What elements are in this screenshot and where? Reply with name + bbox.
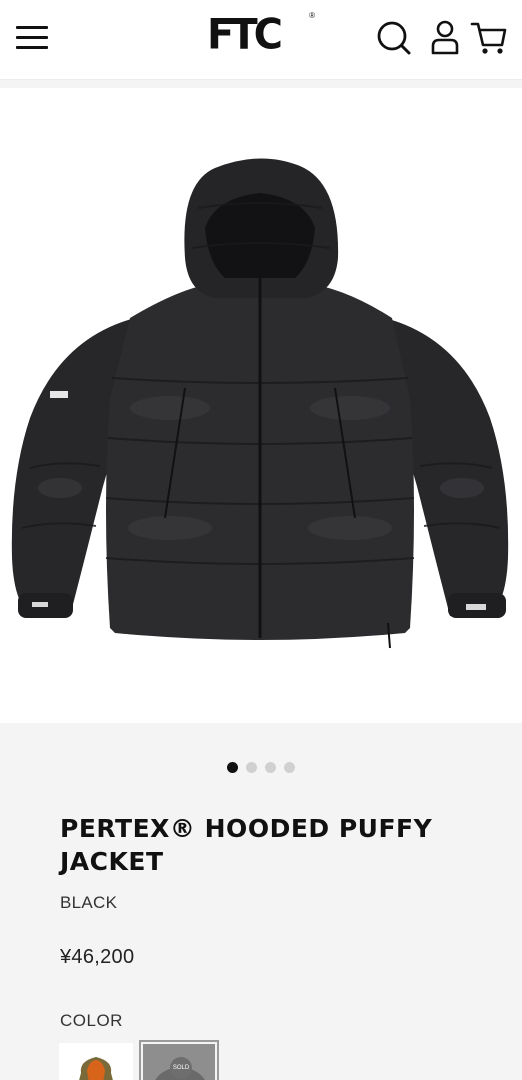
product-image[interactable] bbox=[0, 88, 522, 723]
swatch-image: SOLD bbox=[143, 1044, 215, 1080]
menu-bar bbox=[16, 36, 48, 39]
carousel-dot[interactable] bbox=[265, 762, 276, 773]
color-label: COLOR bbox=[60, 1011, 123, 1030]
swatch-image bbox=[59, 1043, 133, 1080]
product-price: ¥46,200 bbox=[60, 946, 135, 968]
search-icon[interactable] bbox=[374, 18, 414, 58]
menu-icon[interactable] bbox=[16, 24, 50, 50]
product-title: PERTEX® HOODED PUFFY JACKET bbox=[60, 814, 433, 876]
puffy-jacket-illustration bbox=[0, 88, 522, 723]
account-icon[interactable] bbox=[425, 18, 465, 58]
carousel-dot[interactable] bbox=[284, 762, 295, 773]
carousel-dot[interactable] bbox=[246, 762, 257, 773]
color-swatch-black[interactable]: SOLD bbox=[139, 1040, 219, 1080]
menu-bar bbox=[16, 46, 48, 49]
sold-badge: SOLD bbox=[170, 1057, 192, 1079]
carousel-dots bbox=[0, 762, 522, 776]
product-color-name: BLACK bbox=[60, 893, 118, 912]
logo-registered-mark: ® bbox=[309, 11, 315, 20]
menu-bar bbox=[16, 26, 48, 29]
logo-text: FTC bbox=[207, 10, 283, 60]
cart-icon[interactable] bbox=[469, 18, 509, 58]
color-swatch-orange[interactable] bbox=[59, 1043, 133, 1080]
carousel-dot[interactable] bbox=[227, 762, 238, 773]
ftc-logo[interactable]: FTC ® bbox=[207, 11, 317, 59]
site-header: FTC ® bbox=[0, 0, 522, 80]
